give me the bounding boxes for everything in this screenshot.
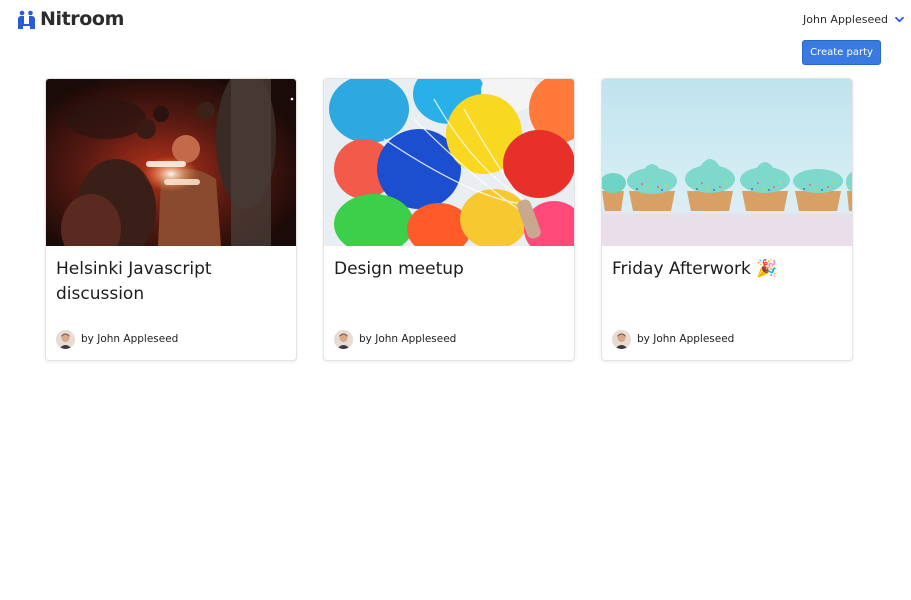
party-author: by John Appleseed bbox=[612, 329, 734, 349]
party-author: by John Appleseed bbox=[334, 329, 456, 349]
party-card[interactable]: Friday Afterwork 🎉 by John Appleseed bbox=[601, 78, 853, 361]
brand-name: Nitroom bbox=[40, 8, 124, 30]
party-title: Friday Afterwork 🎉 bbox=[612, 259, 778, 279]
author-label: by John Appleseed bbox=[81, 333, 179, 345]
chevron-down-icon bbox=[895, 16, 904, 22]
avatar bbox=[56, 329, 75, 349]
party-author: by John Appleseed bbox=[56, 329, 178, 349]
logo-people-icon bbox=[18, 10, 35, 29]
party-card[interactable]: Helsinki Javascript discussion by John A… bbox=[45, 78, 297, 361]
party-title: Helsinki Javascript discussion bbox=[56, 259, 212, 304]
cupcakes-photo bbox=[602, 79, 852, 246]
balloons-photo bbox=[324, 79, 574, 246]
author-label: by John Appleseed bbox=[637, 333, 735, 345]
user-menu[interactable]: John Appleseed bbox=[803, 10, 905, 28]
concert-crowd-photo bbox=[46, 79, 296, 246]
brand-logo[interactable]: Nitroom bbox=[17, 7, 124, 31]
avatar bbox=[612, 329, 631, 349]
avatar bbox=[334, 329, 353, 349]
app-root: Nitroom John Appleseed Create party Hels… bbox=[0, 0, 911, 600]
party-card[interactable]: Design meetup by John Appleseed bbox=[323, 78, 575, 361]
author-label: by John Appleseed bbox=[359, 333, 457, 345]
party-title: Design meetup bbox=[334, 259, 464, 279]
create-party-button[interactable]: Create party bbox=[802, 40, 881, 65]
user-name: John Appleseed bbox=[803, 12, 888, 26]
